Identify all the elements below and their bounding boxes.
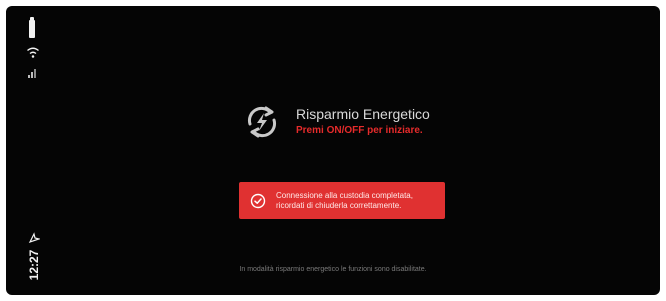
footer-note: In modalità risparmio energetico le funz… — [239, 266, 427, 273]
battery-icon — [29, 17, 35, 38]
check-circle-icon — [250, 193, 266, 208]
wifi-icon — [27, 47, 39, 58]
cellular-signal-icon — [28, 69, 36, 78]
page-title: Risparmio Energetico — [296, 106, 430, 122]
energy-saving-header: Risparmio Energetico Premi ON/OFF per in… — [242, 98, 430, 146]
status-bar: 12:27 — [6, 6, 54, 295]
app-screen: 12:27 Risparmio Energetico Premi ON/OFF … — [6, 6, 660, 295]
status-time: 12:27 — [27, 249, 41, 281]
eco-refresh-lightning-icon — [247, 106, 277, 138]
instruction-text: Premi ON/OFF per iniziare. — [296, 125, 423, 136]
notification-line-2: ricordati di chiuderla correttamente. — [276, 200, 402, 210]
notification-line-1: Connessione alla custodia completata, — [276, 190, 413, 200]
connection-notification: Connessione alla custodia completata, ri… — [239, 182, 445, 219]
